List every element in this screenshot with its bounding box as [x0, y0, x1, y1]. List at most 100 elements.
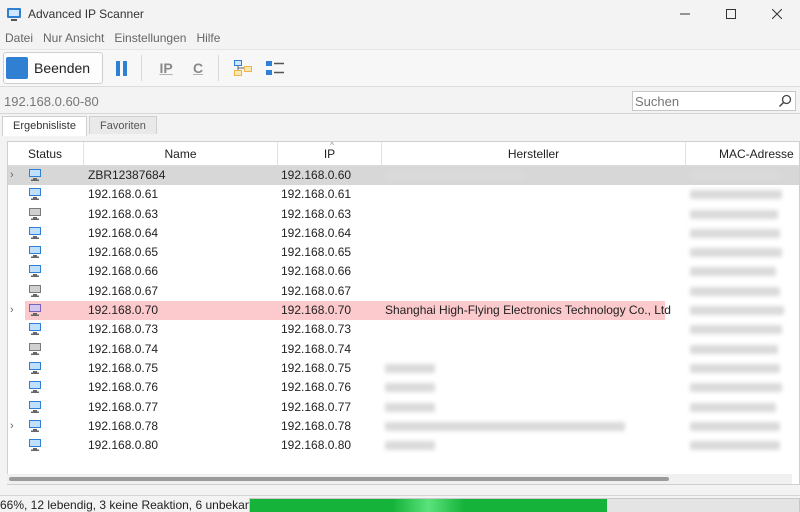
expand-all-button[interactable] — [229, 53, 257, 83]
title-bar: Advanced IP Scanner — [0, 0, 800, 28]
column-status[interactable]: Status — [8, 142, 84, 166]
redacted-mac — [690, 383, 782, 393]
cell-ip: 192.168.0.65 — [281, 245, 352, 260]
window-controls — [662, 0, 800, 28]
cell-name: 192.168.0.66 — [88, 264, 159, 279]
column-mac[interactable]: MAC-Adresse — [686, 142, 799, 166]
ip-range-input[interactable]: 192.168.0.60-80 — [4, 94, 99, 109]
table-row[interactable]: 192.168.0.75 192.168.0.75 — [8, 359, 799, 378]
ip-icon: IP — [159, 60, 173, 76]
search-icon[interactable] — [778, 94, 792, 108]
redacted-mac — [690, 441, 780, 451]
monitor-blue-icon — [29, 381, 41, 394]
redacted-vendor — [385, 363, 435, 373]
monitor-blue-icon — [29, 361, 41, 374]
table-row[interactable]: 192.168.0.66 192.168.0.66 — [8, 262, 799, 281]
pause-icon — [115, 60, 127, 76]
redacted-mac — [690, 421, 780, 431]
toolbar-separator — [141, 55, 143, 81]
table-row[interactable]: 192.168.0.65 192.168.0.65 — [8, 243, 799, 262]
table-row[interactable]: 192.168.0.64 192.168.0.64 — [8, 224, 799, 243]
pause-button[interactable] — [107, 53, 135, 83]
stop-icon — [6, 57, 28, 79]
cell-name: 192.168.0.73 — [88, 322, 159, 337]
table-row[interactable]: 192.168.0.77 192.168.0.77 — [8, 398, 799, 417]
table-row[interactable]: 192.168.0.73 192.168.0.73 — [8, 320, 799, 339]
tab-bar: Ergebnisliste Favoriten — [0, 116, 800, 136]
menu-settings[interactable]: Einstellungen — [114, 31, 186, 45]
maximize-button[interactable] — [708, 0, 754, 28]
cell-name: ZBR12387684 — [88, 168, 166, 182]
sort-ascending-icon: ^ — [330, 141, 334, 150]
menu-view[interactable]: Nur Ansicht — [43, 31, 104, 45]
search-box[interactable] — [632, 91, 796, 111]
table-row[interactable]: › 192.168.0.78 192.168.0.78 — [8, 417, 799, 436]
window-title: Advanced IP Scanner — [28, 7, 144, 21]
toolbar: Beenden IP C — [0, 49, 800, 87]
close-icon — [772, 9, 782, 19]
column-name[interactable]: Name — [84, 142, 278, 166]
stop-scan-button[interactable]: Beenden — [3, 52, 104, 84]
cell-name: 192.168.0.75 — [88, 360, 159, 375]
tab-favorites[interactable]: Favoriten — [88, 116, 157, 134]
cell-name: 192.168.0.80 — [88, 438, 159, 453]
redacted-mac — [690, 286, 780, 296]
maximize-icon — [726, 9, 736, 19]
cell-ip: 192.168.0.70 — [281, 303, 352, 318]
monitor-gray-icon — [29, 207, 41, 220]
menu-file[interactable]: Datei — [5, 31, 33, 45]
column-vendor[interactable]: Hersteller — [382, 142, 686, 166]
minimize-icon — [680, 13, 690, 15]
table-row[interactable]: 192.168.0.76 192.168.0.76 — [8, 378, 799, 397]
cell-name: 192.168.0.70 — [88, 303, 159, 318]
cell-ip: 192.168.0.66 — [281, 264, 352, 279]
progress-fill — [250, 499, 607, 512]
cell-ip: 192.168.0.60 — [281, 168, 352, 182]
cell-ip: 192.168.0.78 — [281, 418, 352, 433]
cell-ip: 192.168.0.64 — [281, 225, 352, 240]
monitor-blue-icon — [29, 226, 41, 239]
cell-name: 192.168.0.63 — [88, 206, 159, 221]
status-bar: 66%, 12 lebendig, 3 keine Reaktion, 6 un… — [0, 495, 800, 512]
table-row[interactable]: › 192.168.0.70 192.168.0.70 Shanghai High-F… — [8, 301, 799, 321]
expand-chevron-icon[interactable]: › — [10, 420, 14, 432]
monitor-blue-icon — [29, 246, 41, 259]
close-button[interactable] — [754, 0, 800, 28]
redacted-vendor — [385, 383, 435, 393]
cell-name: 192.168.0.78 — [88, 418, 159, 433]
redacted-mac — [690, 306, 784, 316]
redacted-mac — [690, 363, 780, 373]
scrollbar-thumb[interactable] — [9, 477, 669, 481]
table-row[interactable]: › ZBR12387684 192.168.0.60 — [8, 166, 799, 186]
cell-name: 192.168.0.74 — [88, 341, 159, 356]
table-row[interactable]: 192.168.0.74 192.168.0.74 — [8, 340, 799, 359]
ip-subnet-button[interactable]: IP — [152, 53, 180, 83]
collapse-all-button[interactable] — [261, 53, 289, 83]
search-input[interactable] — [633, 92, 771, 110]
monitor-purple-icon — [29, 304, 41, 317]
tab-results[interactable]: Ergebnisliste — [2, 116, 87, 136]
list-tree-icon — [266, 61, 285, 75]
minimize-button[interactable] — [662, 0, 708, 28]
table-row[interactable]: 192.168.0.63 192.168.0.63 — [8, 205, 799, 224]
menu-help[interactable]: Hilfe — [196, 31, 220, 45]
expand-chevron-icon[interactable]: › — [10, 169, 14, 181]
table-row[interactable]: 192.168.0.80 192.168.0.80 — [8, 436, 799, 455]
cell-name: 192.168.0.77 — [88, 399, 159, 414]
table-row[interactable]: 192.168.0.67 192.168.0.67 — [8, 282, 799, 301]
expand-chevron-icon[interactable]: › — [10, 304, 14, 316]
cell-ip: 192.168.0.63 — [281, 206, 352, 221]
table-row[interactable]: 192.168.0.61 192.168.0.61 — [8, 185, 799, 204]
cell-ip: 192.168.0.80 — [281, 438, 352, 453]
cell-name: 192.168.0.64 — [88, 225, 159, 240]
cell-name: 192.168.0.76 — [88, 380, 159, 395]
table-body: › ZBR12387684 192.168.0.60 192.168.0.61 192.… — [8, 166, 799, 455]
class-c-button[interactable]: C — [184, 53, 212, 83]
cell-ip: 192.168.0.74 — [281, 341, 352, 356]
horizontal-scrollbar[interactable] — [7, 474, 792, 484]
address-row: 192.168.0.60-80 — [0, 88, 800, 114]
redacted-mac — [690, 267, 776, 277]
redacted-mac — [690, 228, 780, 238]
monitor-blue-icon — [29, 323, 41, 336]
monitor-blue-icon — [29, 265, 41, 278]
